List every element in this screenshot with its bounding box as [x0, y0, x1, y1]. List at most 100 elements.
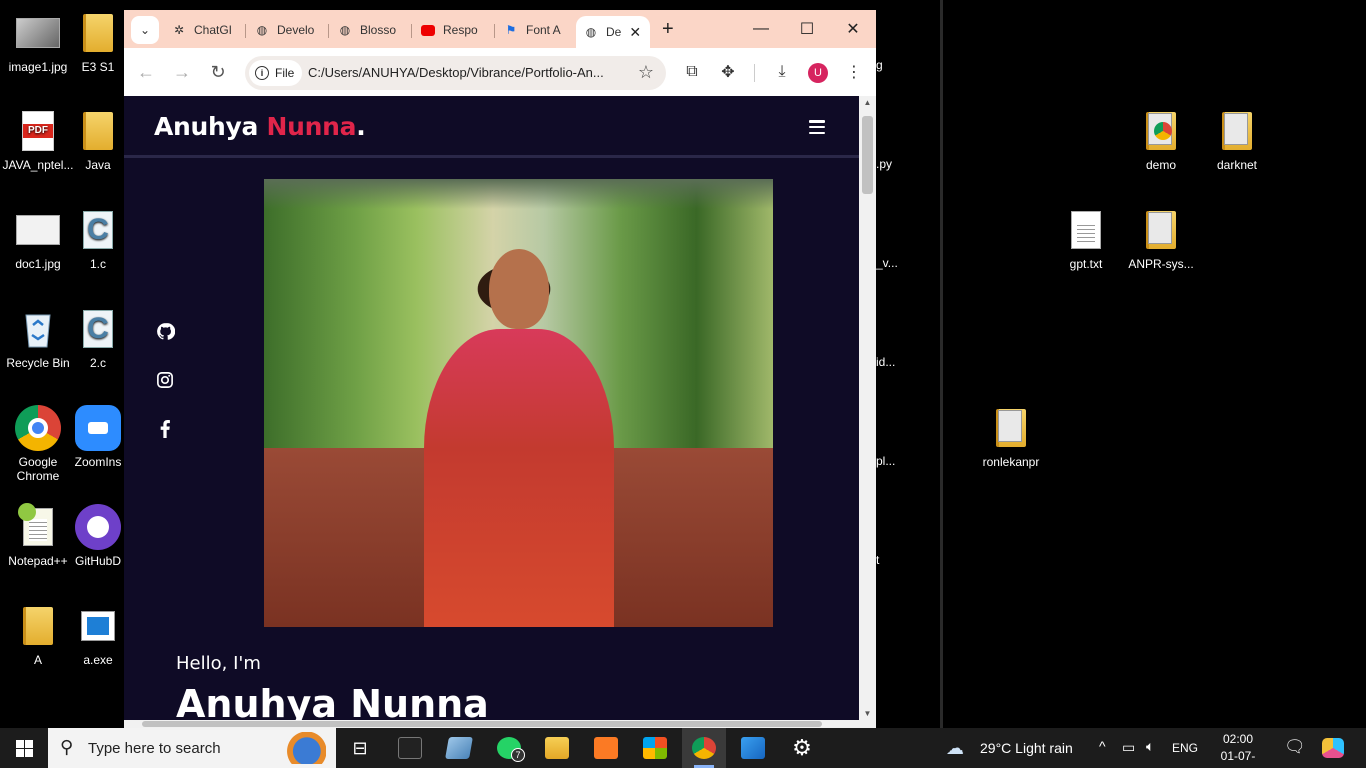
site-logo[interactable]: Anuhya Nunna. [154, 112, 366, 141]
close-window-button[interactable]: ✕ [830, 14, 876, 44]
address-bar[interactable]: i File C:/Users/ANUHYA/Desktop/Vibrance/… [245, 56, 666, 90]
browser-window: ⌄ ✲ ChatGI ◍ Develo ◍ Blosso Respo ⚑ Fon… [124, 10, 876, 728]
desktop-icon-anpr-sys[interactable]: ANPR-sys... [1123, 207, 1199, 271]
chrome-taskbar-button[interactable] [682, 728, 726, 768]
bookmark-star-icon[interactable]: ☆ [638, 62, 654, 83]
logo-first-name: Anuhya [154, 112, 259, 141]
search-placeholder: Type here to search [88, 740, 221, 757]
hidden-icon-label: _v... [876, 256, 898, 270]
profile-photo [264, 179, 773, 627]
tab-blosso[interactable]: ◍ Blosso [330, 16, 410, 44]
weather-text[interactable]: 29°C Light rain [980, 740, 1073, 756]
tab-active-de[interactable]: ◍ De ✕ [576, 16, 650, 48]
pdf-file-icon: PDF [15, 108, 61, 154]
tab-respo[interactable]: Respo [413, 16, 493, 44]
horizontal-scroll-thumb[interactable] [142, 721, 822, 727]
reload-button[interactable]: ↻ [206, 60, 230, 84]
weather-cloud-icon[interactable]: ☁ [946, 738, 964, 759]
more-menu-icon[interactable]: ⋮ [843, 61, 865, 83]
settings-button[interactable]: ⚙ [780, 728, 824, 768]
hidden-icon-label: .py [876, 157, 893, 171]
desktop-icon-label: demo [1145, 158, 1177, 172]
reload-icon: ↻ [210, 61, 226, 82]
desktop-icon-java[interactable]: Java [73, 108, 123, 172]
site-info-chip[interactable]: i File [249, 60, 303, 86]
desktop-icon-ronlekanpr[interactable]: ronlekanpr [973, 405, 1049, 469]
github-icon[interactable] [154, 320, 176, 342]
tab-separator [411, 24, 412, 38]
desktop-icon-label: ANPR-sys... [1128, 257, 1194, 271]
horizontal-scrollbar[interactable] [124, 720, 876, 728]
photos-button[interactable] [731, 728, 775, 768]
tab-develo[interactable]: ◍ Develo [247, 16, 327, 44]
desktop-icon-darknet[interactable]: darknet [1199, 108, 1275, 172]
folder-icon [1214, 108, 1260, 154]
desktop-icon-image1[interactable]: image1.jpg [0, 10, 76, 74]
close-tab-icon[interactable]: ✕ [629, 24, 641, 41]
maximize-button[interactable]: ☐ [784, 14, 830, 44]
chatgpt-icon: ✲ [173, 23, 185, 37]
facebook-icon[interactable] [154, 418, 176, 440]
taskbar-search-box[interactable]: ⚲ Type here to search [48, 728, 336, 768]
desktop-icon-a-exe[interactable]: a.exe [73, 603, 123, 667]
chevron-up-icon[interactable]: ^ [1099, 738, 1106, 754]
tab-chatgpt[interactable]: ✲ ChatGI [164, 16, 244, 44]
desktop-icon-2c[interactable]: C 2.c [73, 306, 123, 370]
hamburger-menu-icon[interactable] [809, 120, 825, 134]
desktop-icon-github-desktop[interactable]: GitHubD [73, 504, 123, 568]
clock[interactable]: 02:00 01-07-2024 [1208, 731, 1268, 768]
new-tab-button[interactable]: + [662, 18, 674, 41]
desktop-icon-zoom[interactable]: ZoomIns [73, 405, 123, 469]
desktop-icon-doc1[interactable]: doc1.jpg [0, 207, 76, 271]
forward-button[interactable]: → [170, 60, 194, 84]
desktop-icon-gpt-txt[interactable]: gpt.txt [1048, 207, 1124, 271]
vertical-scrollbar[interactable]: ▲ ▼ [859, 96, 876, 720]
file-explorer-icon [545, 737, 569, 759]
desktop-icon-label: Recycle Bin [6, 356, 70, 370]
download-icon[interactable]: ⤓ [771, 61, 793, 83]
language-indicator[interactable]: ENG [1172, 741, 1198, 755]
desktop-icon-java-nptel[interactable]: PDF JAVA_nptel... [0, 108, 76, 172]
vertical-scroll-thumb[interactable] [862, 116, 873, 194]
tab-search-button[interactable]: ⌄ [131, 16, 159, 44]
toolbar-separator [754, 64, 755, 82]
task-view-button[interactable]: ⊟ [338, 728, 382, 768]
extensions-icon[interactable]: ✥ [717, 61, 739, 83]
instagram-icon[interactable] [154, 369, 176, 391]
file-explorer-button[interactable] [535, 728, 579, 768]
tab-search-icon[interactable]: ⧉ [681, 61, 703, 83]
tab-separator [245, 24, 246, 38]
portfolio-page: Anuhya Nunna. Hello, I'm Anuhya Nunna [124, 96, 859, 720]
settings-icon: ⚙ [792, 735, 812, 760]
whatsapp-button[interactable]: 7 [487, 728, 531, 768]
maximize-icon: ☐ [799, 21, 815, 38]
profile-avatar[interactable]: U [808, 63, 828, 83]
windows-start-button[interactable] [16, 740, 33, 757]
desktop-icon-label: A [33, 653, 42, 667]
desktop-icon-google-chrome[interactable]: Google Chrome [0, 405, 76, 483]
hidden-icon-label: pl... [876, 454, 896, 468]
desktop-icon-recycle-bin[interactable]: Recycle Bin [0, 306, 76, 370]
back-button[interactable]: ← [134, 60, 158, 84]
desktop-icon-notepad-plus-plus[interactable]: Notepad++ [0, 503, 76, 568]
xampp-button[interactable] [584, 728, 628, 768]
tab-title: Respo [443, 23, 478, 37]
file-chip-label: File [275, 66, 295, 80]
minimize-button[interactable]: — [738, 14, 784, 44]
notification-icon[interactable]: 🗨︎ [1284, 737, 1306, 757]
desktop-icon-1c[interactable]: C 1.c [73, 207, 123, 271]
terminal-button[interactable] [388, 728, 432, 768]
url-text[interactable]: C:/Users/ANUHYA/Desktop/Vibrance/Portfol… [308, 65, 628, 80]
desktop-icon-e3s1[interactable]: E3 S1 [73, 10, 123, 74]
copilot-icon[interactable] [1322, 738, 1344, 758]
microsoft-store-button[interactable] [633, 728, 677, 768]
network-icon[interactable]: ▭ [1122, 739, 1135, 756]
chrome-icon [692, 737, 716, 759]
logo-dot: . [356, 112, 366, 141]
tab-title: ChatGI [194, 23, 233, 37]
tab-font-awesome[interactable]: ⚑ Font A [496, 16, 574, 44]
desktop-icon-demo[interactable]: demo [1123, 108, 1199, 172]
volume-icon[interactable]: 🔈︎ [1146, 738, 1154, 755]
taskbar-app-button[interactable] [437, 728, 481, 768]
desktop-icon-a-folder[interactable]: A [0, 603, 76, 667]
